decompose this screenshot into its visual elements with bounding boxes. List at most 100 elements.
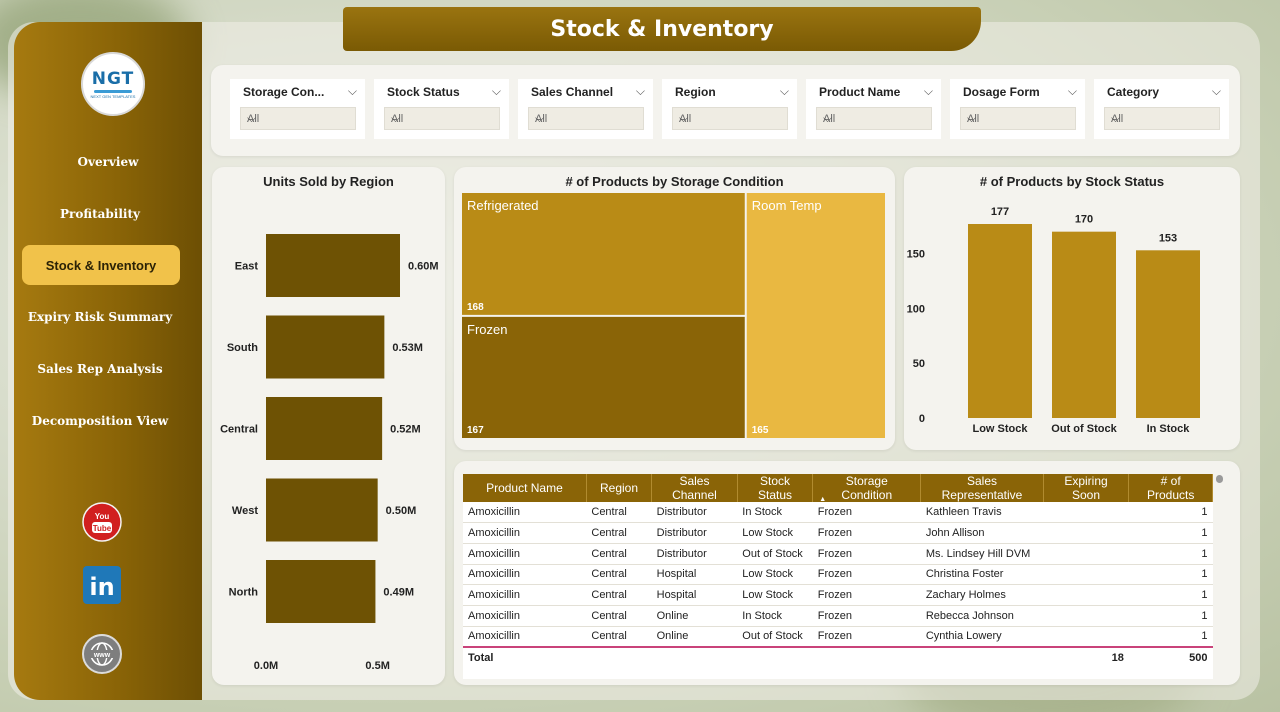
chevron-down-icon[interactable]: ⌵: [535, 111, 637, 126]
table-cell: 1: [1128, 502, 1213, 524]
nav-overview[interactable]: Overview: [22, 142, 194, 182]
table-cell: Distributor: [651, 502, 738, 524]
nav-sales-rep-analysis[interactable]: Sales Rep Analysis: [14, 349, 186, 389]
column-header[interactable]: Sales Channel: [651, 474, 738, 502]
column-header[interactable]: # of Products: [1128, 474, 1213, 502]
bar-central[interactable]: [266, 397, 383, 460]
logo-subtext: NEXT GEN TEMPLATES: [90, 94, 136, 99]
filter-dropdown[interactable]: All ⌵: [816, 107, 932, 130]
filter-dropdown[interactable]: All ⌵: [672, 107, 788, 130]
column-header[interactable]: Expiring Soon: [1043, 474, 1130, 502]
total-empty-cell: [737, 645, 813, 668]
bar-low-stock[interactable]: [968, 224, 1032, 418]
chevron-down-icon[interactable]: ⌵: [492, 84, 501, 99]
table-cell: Frozen: [812, 543, 921, 565]
table-cell: Amoxicillin: [463, 564, 587, 586]
column-header[interactable]: Stock Status: [737, 474, 814, 502]
table-cell: Rebecca Johnson: [920, 605, 1044, 627]
chevron-down-icon[interactable]: ⌵: [636, 84, 645, 99]
data-label: 153: [1159, 232, 1177, 244]
table-row[interactable]: Amoxicillin Central Distributor In Stock Fro…: [463, 502, 1213, 524]
nav-decomposition-view[interactable]: Decomposition View: [14, 401, 186, 441]
chevron-down-icon[interactable]: ⌵: [391, 111, 493, 126]
total-empty-cell: [812, 645, 921, 668]
nav-profitability[interactable]: Profitability: [14, 194, 186, 234]
bar-north[interactable]: [266, 560, 376, 623]
sort-ascending-icon[interactable]: ▲: [819, 496, 826, 503]
filter-product-name[interactable]: Product Name ⌵ All ⌵: [806, 79, 941, 139]
nav-expiry-risk-summary[interactable]: Expiry Risk Summary: [14, 297, 186, 337]
table-row[interactable]: Amoxicillin Central Distributor Low Stock Fr…: [463, 522, 1213, 544]
filter-label: Category: [1107, 85, 1160, 99]
chevron-down-icon[interactable]: ⌵: [924, 84, 933, 99]
bar-west[interactable]: [266, 478, 378, 542]
category-label: In Stock: [1147, 423, 1191, 435]
filter-dosage-form[interactable]: Dosage Form ⌵ All ⌵: [950, 79, 1085, 139]
column-header[interactable]: Product Name: [463, 474, 587, 502]
filter-dropdown[interactable]: All ⌵: [1104, 107, 1220, 130]
chevron-down-icon[interactable]: ⌵: [679, 111, 781, 126]
bar-out-of-stock[interactable]: [1052, 231, 1116, 418]
data-label: 0.50M: [386, 505, 417, 517]
treemap-tile-room-temp[interactable]: [746, 193, 885, 438]
filter-dropdown[interactable]: All ⌵: [528, 107, 644, 130]
table-cell: 1: [1128, 584, 1213, 606]
filter-dropdown[interactable]: All ⌵: [960, 107, 1076, 130]
table-cell: In Stock: [737, 502, 813, 524]
stock-status-chart: 0 50 100 150 177 Low Stock 170 Out of Stock 153 I…: [907, 206, 1200, 435]
www-globe-icon[interactable]: www: [82, 634, 122, 674]
table-cell: Frozen: [812, 522, 921, 544]
chevron-down-icon[interactable]: ⌵: [247, 111, 349, 126]
table-cell: Hospital: [651, 564, 738, 586]
filter-stock-status[interactable]: Stock Status ⌵ All ⌵: [374, 79, 509, 139]
table-row[interactable]: Amoxicillin Central Online Out of Stock Froz…: [463, 626, 1213, 648]
bar-south[interactable]: [266, 315, 385, 379]
table-cell: Kathleen Travis: [920, 502, 1044, 524]
table-row[interactable]: Amoxicillin Central Online In Stock Frozen Re…: [463, 605, 1213, 627]
total-expiring: 18: [1043, 645, 1129, 668]
chevron-down-icon[interactable]: ⌵: [780, 84, 789, 99]
filter-dropdown[interactable]: All ⌵: [240, 107, 356, 130]
table-cell: Cynthia Lowery: [920, 626, 1044, 648]
youtube-icon[interactable]: You Tube: [82, 502, 122, 542]
filter-region[interactable]: Region ⌵ All ⌵: [662, 79, 797, 139]
chevron-down-icon[interactable]: ⌵: [1212, 84, 1221, 99]
filter-label: Storage Con...: [243, 85, 325, 99]
filter-label: Region: [675, 85, 716, 99]
stock-status-panel: # of Products by Stock Status 0 50 100 150 1…: [904, 167, 1240, 450]
filter-dropdown[interactable]: All ⌵: [384, 107, 500, 130]
table-cell: Low Stock: [737, 522, 813, 544]
chevron-down-icon[interactable]: ⌵: [967, 111, 1069, 126]
table-cell: Online: [651, 605, 738, 627]
table-cell: John Allison: [920, 522, 1044, 544]
category-label: South: [227, 342, 258, 354]
details-table-panel: Product Name Region Sales Channel Stock Sta…: [454, 461, 1240, 685]
bar-in-stock[interactable]: [1136, 250, 1200, 418]
table-cell: 1: [1128, 564, 1213, 586]
table-cell: Frozen: [812, 564, 921, 586]
column-header[interactable]: Region: [586, 474, 653, 502]
chevron-down-icon[interactable]: ⌵: [1068, 84, 1077, 99]
bar-east[interactable]: [266, 234, 400, 297]
x-tick-label: 0.0M: [254, 660, 278, 672]
chevron-down-icon[interactable]: ⌵: [348, 84, 357, 99]
chevron-down-icon[interactable]: ⌵: [1111, 111, 1213, 126]
svg-text:Tube: Tube: [93, 524, 112, 533]
filter-category[interactable]: Category ⌵ All ⌵: [1094, 79, 1229, 139]
table-container: Product Name Region Sales Channel Stock Sta…: [463, 474, 1213, 679]
column-header[interactable]: Storage Condition ▲: [812, 474, 922, 503]
filter-sales-channel[interactable]: Sales Channel ⌵ All ⌵: [518, 79, 653, 139]
nav-stock-inventory[interactable]: Stock & Inventory: [22, 245, 180, 285]
table-cell: [1043, 564, 1129, 586]
filter-label: Sales Channel: [531, 85, 614, 99]
table-row[interactable]: Amoxicillin Central Hospital Low Stock Froze…: [463, 564, 1213, 586]
table-scrollbar[interactable]: [1216, 475, 1223, 483]
filter-storage-con[interactable]: Storage Con... ⌵ All ⌵: [230, 79, 365, 139]
linkedin-icon[interactable]: in: [82, 565, 122, 605]
column-header[interactable]: Sales Representative: [920, 474, 1044, 502]
table-row[interactable]: Amoxicillin Central Hospital Low Stock Froze…: [463, 584, 1213, 606]
units-sold-by-region-chart: East 0.60M South 0.53M Central 0.52M West 0.50M…: [220, 234, 439, 672]
table-row[interactable]: Amoxicillin Central Distributor Out of Stoc…: [463, 543, 1213, 565]
chevron-down-icon[interactable]: ⌵: [823, 111, 925, 126]
table-cell: [1043, 522, 1129, 544]
